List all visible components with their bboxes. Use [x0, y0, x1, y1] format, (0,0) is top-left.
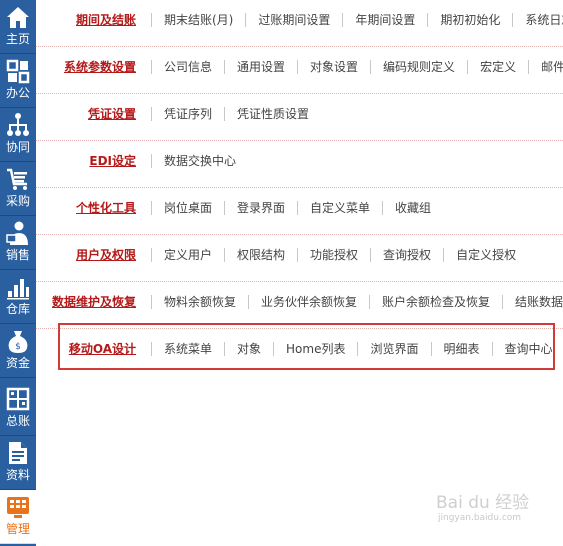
category-link[interactable]: 期间及结账 [76, 0, 136, 46]
menu-row: 数据维护及恢复 物料余额恢复 业务伙伴余额恢复 账户余额检查及恢复 结账数据 [36, 282, 563, 329]
watermark: Bai du 经验 jingyan.baidu.com [436, 488, 558, 524]
menu-items: 凭证序列 凭证性质设置 [151, 94, 321, 134]
svg-text:$: $ [15, 342, 21, 352]
sidebar-item-label: 管理 [5, 522, 30, 536]
menu-link[interactable]: 系统菜单 [152, 342, 224, 356]
sidebar-item-label: 总账 [5, 414, 30, 428]
menu-row: 凭证设置 凭证序列 凭证性质设置 [36, 94, 563, 141]
sidebar-item-label: 主页 [5, 32, 30, 46]
ledger-icon [5, 385, 31, 413]
menu-link[interactable]: 查询授权 [371, 248, 443, 262]
sidebar-item-label: 办公 [5, 86, 30, 100]
menu-row: 系统参数设置 公司信息 通用设置 对象设置 编码规则定义 宏定义 邮件 [36, 47, 563, 94]
home-icon [5, 3, 31, 31]
watermark-text: Bai du 经验 [436, 493, 530, 513]
menu-link[interactable]: 明细表 [432, 342, 492, 356]
menu-link[interactable]: 邮件 [529, 60, 563, 74]
category-link[interactable]: 凭证设置 [88, 94, 136, 140]
salesperson-icon [5, 219, 31, 247]
money-bag-icon: $ [5, 327, 31, 355]
watermark-url: jingyan.baidu.com [438, 513, 522, 523]
category-link[interactable]: EDI设定 [89, 141, 136, 187]
sidebar-item-label: 协同 [5, 140, 30, 154]
category-link[interactable]: 移动OA设计 [69, 329, 136, 375]
menu-link[interactable]: 权限结构 [225, 248, 297, 262]
sidebar-item-collaboration[interactable]: 协同 [0, 108, 36, 162]
menu-link[interactable]: 自定义菜单 [298, 201, 382, 215]
menu-link[interactable]: 收藏组 [383, 201, 443, 215]
menu-link[interactable]: 公司信息 [152, 60, 224, 74]
menu-link[interactable]: 对象 [225, 342, 273, 356]
menu-link[interactable]: 通用设置 [225, 60, 297, 74]
menu-link[interactable]: 浏览界面 [358, 342, 430, 356]
menu-link[interactable]: 功能授权 [298, 248, 370, 262]
sidebar-item-label: 资料 [5, 468, 30, 482]
menu-link[interactable]: 账户余额检查及恢复 [370, 295, 502, 309]
menu-link[interactable]: 年期间设置 [343, 13, 427, 27]
menu-link[interactable]: 期初初始化 [428, 13, 512, 27]
menu-row: 期间及结账期末结账(月)过账期间设置年期间设置期初初始化系统日志 [36, 0, 563, 47]
menu-row: EDI设定 数据交换中心 [36, 141, 563, 188]
menu-items: 物料余额恢复 业务伙伴余额恢复 账户余额检查及恢复 结账数据 [151, 282, 563, 322]
menu-link[interactable]: 系统日志 [513, 13, 563, 27]
sidebar-item-documents[interactable]: 资料 [0, 436, 36, 490]
cart-icon [5, 165, 31, 193]
sidebar-item-label: 采购 [5, 194, 30, 208]
sidebar-item-money-bag[interactable]: $ 资金 [0, 324, 36, 378]
sidebar-item-cart[interactable]: 采购 [0, 162, 36, 216]
sidebar-item-warehouse[interactable]: 仓库 [0, 270, 36, 324]
sidebar-item-label: 仓库 [5, 302, 30, 316]
collaboration-icon [5, 111, 31, 139]
management-icon [5, 493, 31, 521]
menu-link[interactable]: Home列表 [274, 342, 357, 356]
menu-link[interactable]: 结账数据 [503, 295, 563, 309]
menu-link[interactable]: 数据交换中心 [152, 154, 248, 168]
menu-row: 移动OA设计 系统菜单 对象 Home列表 浏览界面 明细表 查询中心 [36, 329, 563, 376]
sidebar-item-salesperson[interactable]: 销售 [0, 216, 36, 270]
sidebar-item-home[interactable]: 主页 [0, 0, 36, 54]
menu-items: 期末结账(月)过账期间设置年期间设置期初初始化系统日志 [151, 0, 563, 40]
menu-link[interactable]: 凭证序列 [152, 107, 224, 121]
sidebar-item-label: 销售 [5, 248, 30, 262]
sidebar-item-label: 资金 [5, 356, 30, 370]
menu-row: 个性化工具 岗位桌面 登录界面 自定义菜单 收藏组 [36, 188, 563, 235]
menu-link[interactable]: 业务伙伴余额恢复 [249, 295, 369, 309]
menu-link[interactable]: 查询中心 [493, 342, 563, 356]
menu-link[interactable]: 登录界面 [225, 201, 297, 215]
menu-row: 用户及权限 定义用户 权限结构 功能授权 查询授权 自定义授权 [36, 235, 563, 282]
menu-link[interactable]: 宏定义 [468, 60, 528, 74]
category-link[interactable]: 数据维护及恢复 [52, 282, 136, 328]
menu-link[interactable]: 对象设置 [298, 60, 370, 74]
menu-link[interactable]: 定义用户 [152, 248, 224, 262]
menu-items: 数据交换中心 [151, 141, 248, 181]
category-link[interactable]: 系统参数设置 [64, 47, 136, 93]
menu-link[interactable]: 期末结账(月) [152, 13, 245, 27]
menu-link[interactable]: 编码规则定义 [371, 60, 467, 74]
sidebar-item-management[interactable]: 管理 [0, 490, 36, 544]
menu-link[interactable]: 自定义授权 [444, 248, 528, 262]
menu-items: 系统菜单 对象 Home列表 浏览界面 明细表 查询中心 [151, 329, 563, 369]
menu-link[interactable]: 物料余额恢复 [152, 295, 248, 309]
office-icon [5, 57, 31, 85]
documents-icon [5, 439, 31, 467]
menu-items: 公司信息 通用设置 对象设置 编码规则定义 宏定义 邮件 [151, 47, 563, 87]
management-menu: 期间及结账期末结账(月)过账期间设置年期间设置期初初始化系统日志系统参数设置公司… [36, 0, 563, 546]
menu-link[interactable]: 岗位桌面 [152, 201, 224, 215]
warehouse-icon [5, 273, 31, 301]
sidebar-nav: 主页办公协同采购销售仓库 $ 资金总账资料管理 [0, 0, 36, 546]
category-link[interactable]: 个性化工具 [76, 188, 136, 234]
menu-link[interactable]: 过账期间设置 [246, 13, 342, 27]
sidebar-item-ledger[interactable]: 总账 [0, 382, 36, 436]
sidebar-item-office[interactable]: 办公 [0, 54, 36, 108]
menu-items: 定义用户 权限结构 功能授权 查询授权 自定义授权 [151, 235, 528, 275]
menu-link[interactable]: 凭证性质设置 [225, 107, 321, 121]
menu-items: 岗位桌面 登录界面 自定义菜单 收藏组 [151, 188, 443, 228]
category-link[interactable]: 用户及权限 [76, 235, 136, 281]
